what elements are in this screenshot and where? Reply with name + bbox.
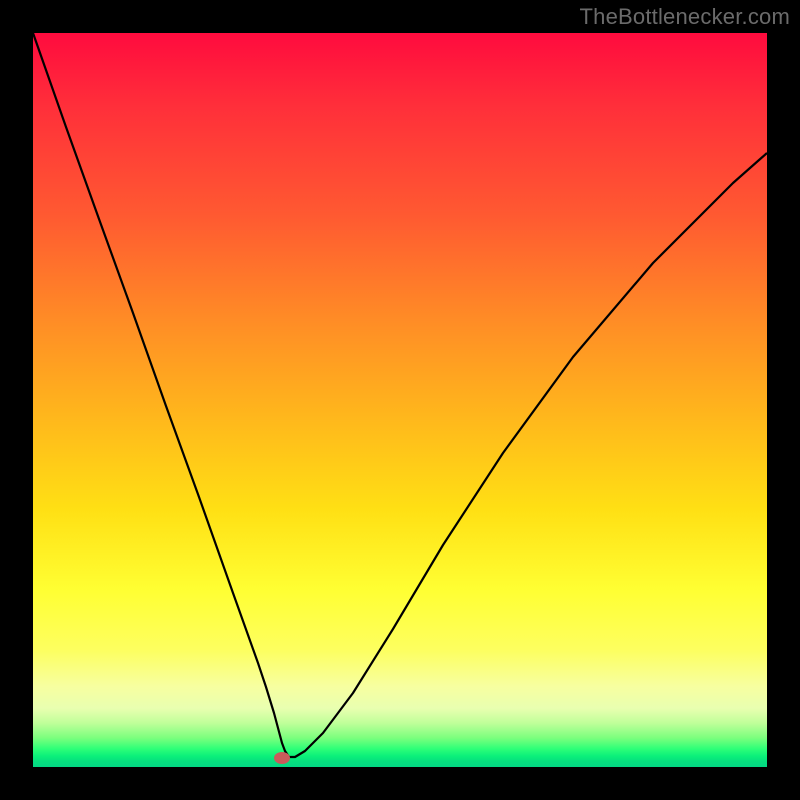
- watermark-text: TheBottlenecker.com: [580, 4, 790, 30]
- plot-area: [33, 33, 767, 767]
- curve-path: [33, 33, 767, 757]
- chart-frame: TheBottlenecker.com: [0, 0, 800, 800]
- bottleneck-curve: [33, 33, 767, 767]
- optimum-marker: [274, 752, 290, 764]
